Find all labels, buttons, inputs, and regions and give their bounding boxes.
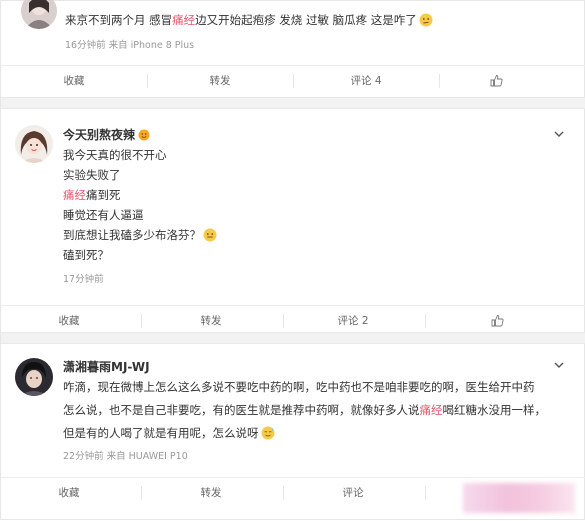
post-meta: 22分钟前 来自 HUAWEI P10 xyxy=(63,451,188,462)
post-line: 咋滴，现在微博上怎么这么多说不要吃中药的啊，吃中药也不是咱非要吃的啊，医生给开中… xyxy=(63,380,535,394)
confused-face-icon xyxy=(419,13,433,27)
avatar[interactable] xyxy=(15,358,53,396)
post-separator xyxy=(1,332,585,344)
comment-button[interactable]: 评论 4 xyxy=(293,66,439,96)
post-1: 来京不到两个月 感冒痛经边又开始起疱疹 发烧 过敏 脑瓜疼 这是咋了 16分钟前… xyxy=(1,0,585,99)
divider xyxy=(425,314,426,328)
post-line: 我今天真的很不开心 xyxy=(63,148,167,162)
post-separator xyxy=(1,97,585,109)
post-text: 来京不到两个月 感冒痛经边又开始起疱疹 发烧 过敏 脑瓜疼 这是咋了 xyxy=(65,12,433,28)
action-bar: 收藏 转发 评论 4 xyxy=(1,65,585,95)
post-line: 睡觉还有人逼逼 xyxy=(63,208,144,222)
post-line: 磕到死？ xyxy=(63,248,109,262)
weibo-comment-feed: 来京不到两个月 感冒痛经边又开始起疱疹 发烧 过敏 脑瓜疼 这是咋了 16分钟前… xyxy=(0,0,585,520)
thumbs-up-icon[interactable] xyxy=(490,74,503,87)
sweat-smile-icon xyxy=(261,426,274,440)
awkward-smile-icon xyxy=(203,228,217,242)
divider xyxy=(425,486,426,500)
repost-button[interactable]: 转发 xyxy=(147,66,293,96)
post-meta: 16分钟前 来自 iPhone 8 Plus xyxy=(65,40,195,51)
chevron-down-icon[interactable] xyxy=(554,360,564,370)
action-bar: 收藏 转发 评论 2 xyxy=(1,305,585,335)
username[interactable]: 潇湘暮雨MJ-WJ xyxy=(63,358,150,375)
favorite-button[interactable]: 收藏 xyxy=(1,66,147,96)
post-line: 到底想让我磕多少布洛芬？ xyxy=(63,227,217,243)
post-meta: 17分钟前 xyxy=(63,274,104,285)
post-line: 痛经痛到死 xyxy=(63,188,121,202)
post-2: 今天别熬夜辣 我今天真的很不开心 实验失败了 痛经痛到死 睡觉还有人逼逼 到底想… xyxy=(1,109,585,331)
divider xyxy=(439,74,440,88)
blurred-watermark xyxy=(463,483,575,513)
post-line: 怎么说，也不是自己非要吃，有的医生就是推荐中药啊，就像好多人说痛经喝红糖水没用一… xyxy=(63,403,546,417)
username[interactable]: 今天别熬夜辣 xyxy=(63,126,150,143)
post-line: 但是有的人喝了就是有用呢，怎么说呀 xyxy=(63,425,275,441)
thumbs-up-icon[interactable] xyxy=(491,314,504,327)
post-line: 实验失败了 xyxy=(63,168,121,182)
repost-button[interactable]: 转发 xyxy=(141,478,281,508)
vip-badge-icon xyxy=(138,129,150,141)
comment-button[interactable]: 评论 xyxy=(283,478,423,508)
avatar[interactable] xyxy=(21,0,57,29)
avatar[interactable] xyxy=(15,125,53,163)
chevron-down-icon[interactable] xyxy=(554,129,564,139)
favorite-button[interactable]: 收藏 xyxy=(1,478,137,508)
